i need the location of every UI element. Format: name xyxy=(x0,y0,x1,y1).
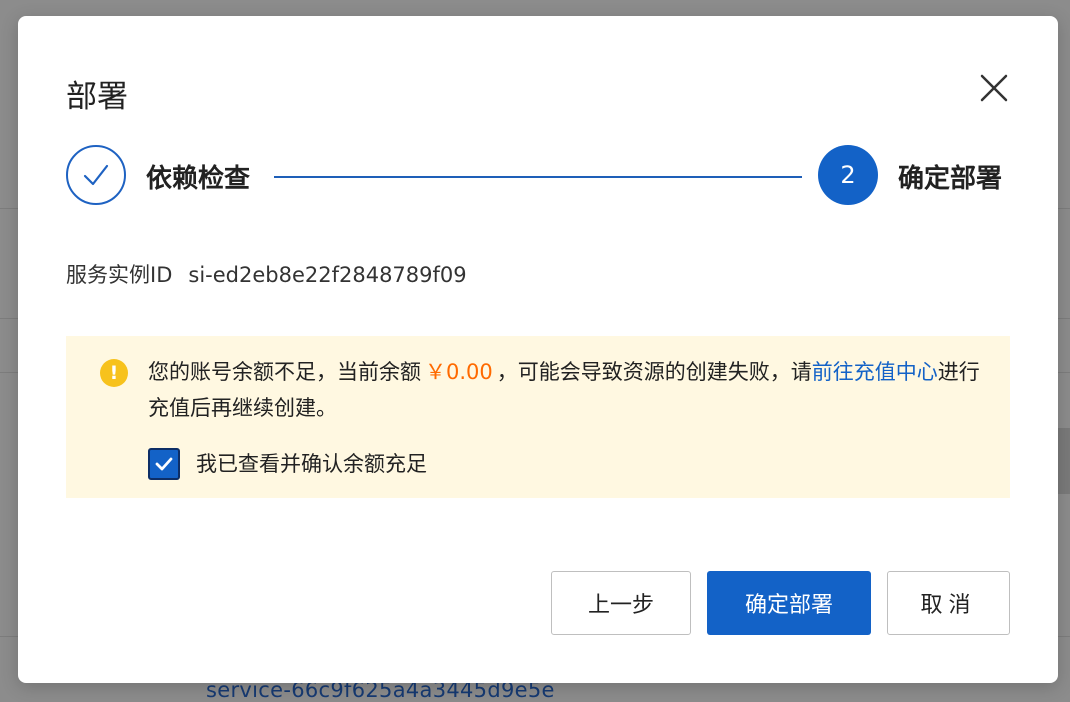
confirm-deploy-button[interactable]: 确定部署 xyxy=(707,571,871,635)
check-icon xyxy=(155,457,173,471)
step-2-indicator: 2 xyxy=(818,145,878,205)
confirm-balance-checkbox[interactable] xyxy=(148,448,180,480)
service-instance-label: 服务实例ID xyxy=(66,263,173,287)
step-2-label: 确定部署 xyxy=(898,164,1003,194)
alert-text-before: 您的账号余额不足，当前余额 xyxy=(148,360,421,384)
service-instance-info: 服务实例ID si-ed2eb8e22f2848789f09 xyxy=(66,259,467,289)
backdrop-row-highlight xyxy=(1058,428,1070,494)
dialog-title: 部署 xyxy=(66,79,128,115)
previous-step-button[interactable]: 上一步 xyxy=(551,571,691,635)
service-instance-id: si-ed2eb8e22f2848789f09 xyxy=(188,263,467,287)
step-1-label: 依赖检查 xyxy=(146,164,251,194)
alert-message: 您的账号余额不足，当前余额 ￥0.00 ，可能会导致资源的创建失败，请前往充值中心进… xyxy=(148,354,988,426)
cancel-button[interactable]: 取消 xyxy=(887,571,1010,635)
recharge-center-link[interactable]: 前往充值中心 xyxy=(812,360,938,384)
step-connector xyxy=(274,176,802,178)
close-icon[interactable] xyxy=(976,70,1012,106)
deploy-dialog: 部署 依赖检查 2 确定部署 服务实例ID si-ed2eb8e22f284878… xyxy=(18,16,1058,683)
step-1-indicator xyxy=(66,145,126,205)
balance-warning-alert: ! 您的账号余额不足，当前余额 ￥0.00 ，可能会导致资源的创建失败，请前往充值中… xyxy=(66,336,1010,498)
balance-amount: ￥0.00 xyxy=(425,360,493,384)
confirm-balance-label[interactable]: 我已查看并确认余额充足 xyxy=(196,448,427,480)
warning-icon: ! xyxy=(100,359,128,387)
checkmark-icon xyxy=(83,164,109,186)
alert-text-middle: ，可能会导致资源的创建失败，请 xyxy=(496,360,812,384)
